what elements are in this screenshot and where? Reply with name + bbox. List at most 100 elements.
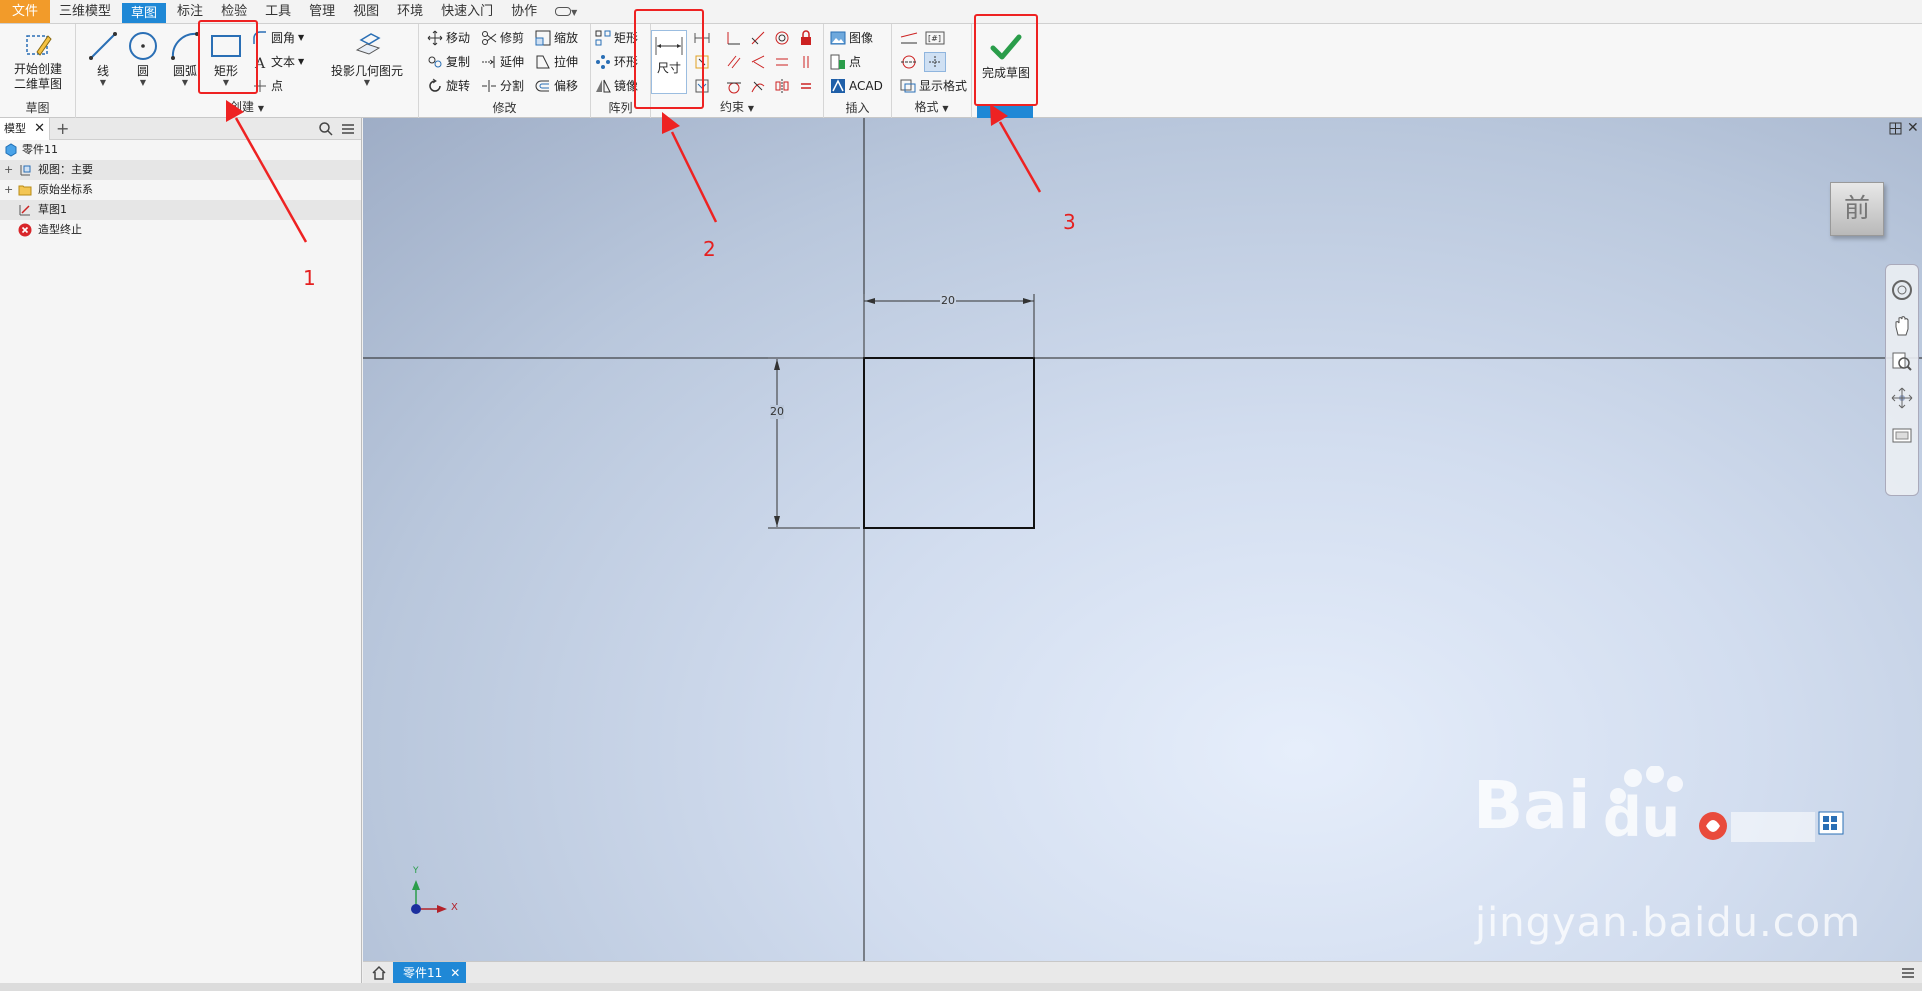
construction-button[interactable] [898, 28, 920, 48]
construction-icon [900, 32, 918, 44]
steering-wheel-icon[interactable] [1891, 279, 1913, 301]
show-format-button[interactable]: 显示格式 [900, 76, 967, 96]
symmetric-constraint-button[interactable] [771, 76, 793, 96]
dimension-horizontal-value[interactable]: 20 [941, 294, 955, 307]
text-dropdown-icon[interactable]: ▼ [298, 52, 304, 72]
project-geometry-label: 投影几何图元 [330, 64, 403, 78]
centerline-button[interactable] [898, 52, 920, 72]
start-sketch-label-2: 二维草图 [13, 77, 62, 91]
split-label: 分割 [500, 79, 525, 93]
tree-item-sketch[interactable]: 草图1 [0, 200, 361, 220]
stretch-label: 拉伸 [554, 55, 579, 69]
zoom-icon[interactable] [1891, 351, 1913, 373]
circular-pattern-button[interactable]: 环形 [595, 52, 638, 72]
project-geometry-button[interactable]: 投影几何图元 ▼ [321, 28, 413, 100]
start-2d-sketch-button[interactable]: 开始创建 二维草图 [6, 28, 70, 100]
menu-tab-tools[interactable]: 工具 [256, 0, 300, 23]
window-close-icon[interactable]: ✕ [1907, 120, 1919, 136]
vertical-constraint-button[interactable] [795, 52, 817, 72]
sketch-rectangle[interactable] [863, 357, 1035, 529]
document-tab-part11[interactable]: 零件11 ✕ [393, 962, 467, 984]
tree-item-part[interactable]: 零件11 [0, 140, 361, 160]
menu-tab-sketch[interactable]: 草图 [122, 3, 167, 23]
constrain-panel-label-text: 约束 [720, 100, 745, 114]
graphics-window[interactable]: 20 20 Y X ✕ 前 Bai du jingyan.baidu.com [363, 118, 1922, 961]
offset-button[interactable]: 偏移 [535, 76, 578, 96]
menu-tab-collaborate[interactable]: 协作 [502, 0, 546, 23]
rotate-button[interactable]: 旋转 [427, 76, 470, 96]
split-button[interactable]: 分割 [481, 76, 524, 96]
dim-h-arrow-left [865, 298, 875, 304]
dim-v-arrow-top [774, 359, 780, 370]
parallel-constraint-button[interactable] [723, 52, 745, 72]
insert-acad-button[interactable]: ACAD [830, 76, 883, 96]
fillet-dropdown-icon[interactable]: ▼ [298, 28, 304, 48]
look-at-icon[interactable] [1891, 423, 1913, 445]
document-tab-label: 零件11 [403, 966, 443, 980]
expand-icon[interactable]: + [4, 180, 13, 200]
collinear-constraint-button[interactable] [747, 28, 769, 48]
home-icon[interactable] [371, 965, 387, 984]
menu-tab-get-started[interactable]: 快速入门 [432, 0, 502, 23]
concentric-constraint-button[interactable] [771, 28, 793, 48]
dim-h-arrow-right [1023, 298, 1033, 304]
fillet-button[interactable]: 圆角 ▼ [252, 28, 304, 48]
copy-button[interactable]: 复制 [427, 52, 470, 72]
tangent-constraint-button[interactable] [723, 76, 745, 96]
document-menu-icon[interactable] [1900, 965, 1916, 984]
driven-dimension-button[interactable]: [#] [924, 28, 946, 48]
show-format-label: 显示格式 [919, 79, 968, 93]
fix-constraint-button[interactable] [795, 28, 817, 48]
project-geometry-dropdown-icon[interactable]: ▼ [321, 79, 413, 87]
dimension-vertical-value[interactable]: 20 [770, 405, 784, 418]
move-button[interactable]: 移动 [427, 28, 470, 48]
scale-button[interactable]: 缩放 [535, 28, 578, 48]
browser-tab-model[interactable]: 模型 ✕ [0, 118, 50, 140]
panel-label-create[interactable]: 创建 ▼ [76, 100, 418, 116]
viewcube[interactable]: 前 [1830, 182, 1884, 236]
hamburger-menu-icon[interactable] [340, 121, 356, 140]
ribbon-display-dropdown[interactable]: ▼ [546, 0, 586, 23]
horizontal-constraint-button[interactable] [771, 52, 793, 72]
tree-item-origin[interactable]: + 原始坐标系 [0, 180, 361, 200]
trim-button[interactable]: 修剪 [481, 28, 524, 48]
equal-constraint-button[interactable] [795, 76, 817, 96]
circular-pattern-icon [596, 55, 610, 69]
window-restore-icon[interactable] [1889, 122, 1902, 138]
orbit-icon[interactable] [1891, 387, 1913, 409]
text-button[interactable]: A 文本 ▼ [252, 52, 304, 72]
menu-tab-view[interactable]: 视图 [344, 0, 388, 23]
smooth-constraint-button[interactable] [747, 76, 769, 96]
close-icon[interactable]: ✕ [34, 118, 45, 140]
copy-label: 复制 [446, 55, 471, 69]
tree-item-view[interactable]: + 视图：主要 [0, 160, 361, 180]
insert-image-button[interactable]: 图像 [830, 28, 873, 48]
rect-pattern-button[interactable]: 矩形 [595, 28, 638, 48]
menu-tab-environments[interactable]: 环境 [388, 0, 432, 23]
horizontal-icon [776, 58, 788, 66]
menu-tab-3d-model[interactable]: 三维模型 [50, 0, 120, 23]
close-icon[interactable]: ✕ [450, 962, 460, 984]
pan-icon[interactable] [1891, 315, 1913, 337]
insert-points-button[interactable]: 点 [830, 52, 861, 72]
perpendicular-constraint-button[interactable] [747, 52, 769, 72]
menu-tab-manage[interactable]: 管理 [300, 0, 344, 23]
extend-button[interactable]: 延伸 [481, 52, 524, 72]
triad-x-arrow [437, 905, 447, 913]
fillet-label: 圆角 [271, 31, 296, 45]
scale-label: 缩放 [554, 31, 579, 45]
search-icon[interactable] [318, 121, 334, 140]
coincident-constraint-button[interactable] [723, 28, 745, 48]
insert-points-label: 点 [849, 55, 862, 69]
center-point-button[interactable] [924, 52, 946, 72]
menu-tab-file[interactable]: 文件 [0, 0, 51, 23]
tree-item-end-of-part[interactable]: 造型终止 [0, 220, 361, 240]
panel-label-format[interactable]: 格式 ▼ [892, 100, 971, 116]
expand-icon[interactable]: + [4, 160, 13, 180]
add-tab-icon[interactable]: + [56, 118, 69, 140]
mirror-button[interactable]: 镜像 [595, 76, 638, 96]
browser-tabs: 模型 ✕ + [0, 118, 361, 140]
svg-text:du: du [1603, 786, 1680, 841]
model-browser: 模型 ✕ + 零件11 + 视图：主要 + 原始坐标系 草图1 造型终止 [0, 118, 362, 991]
stretch-button[interactable]: 拉伸 [535, 52, 578, 72]
